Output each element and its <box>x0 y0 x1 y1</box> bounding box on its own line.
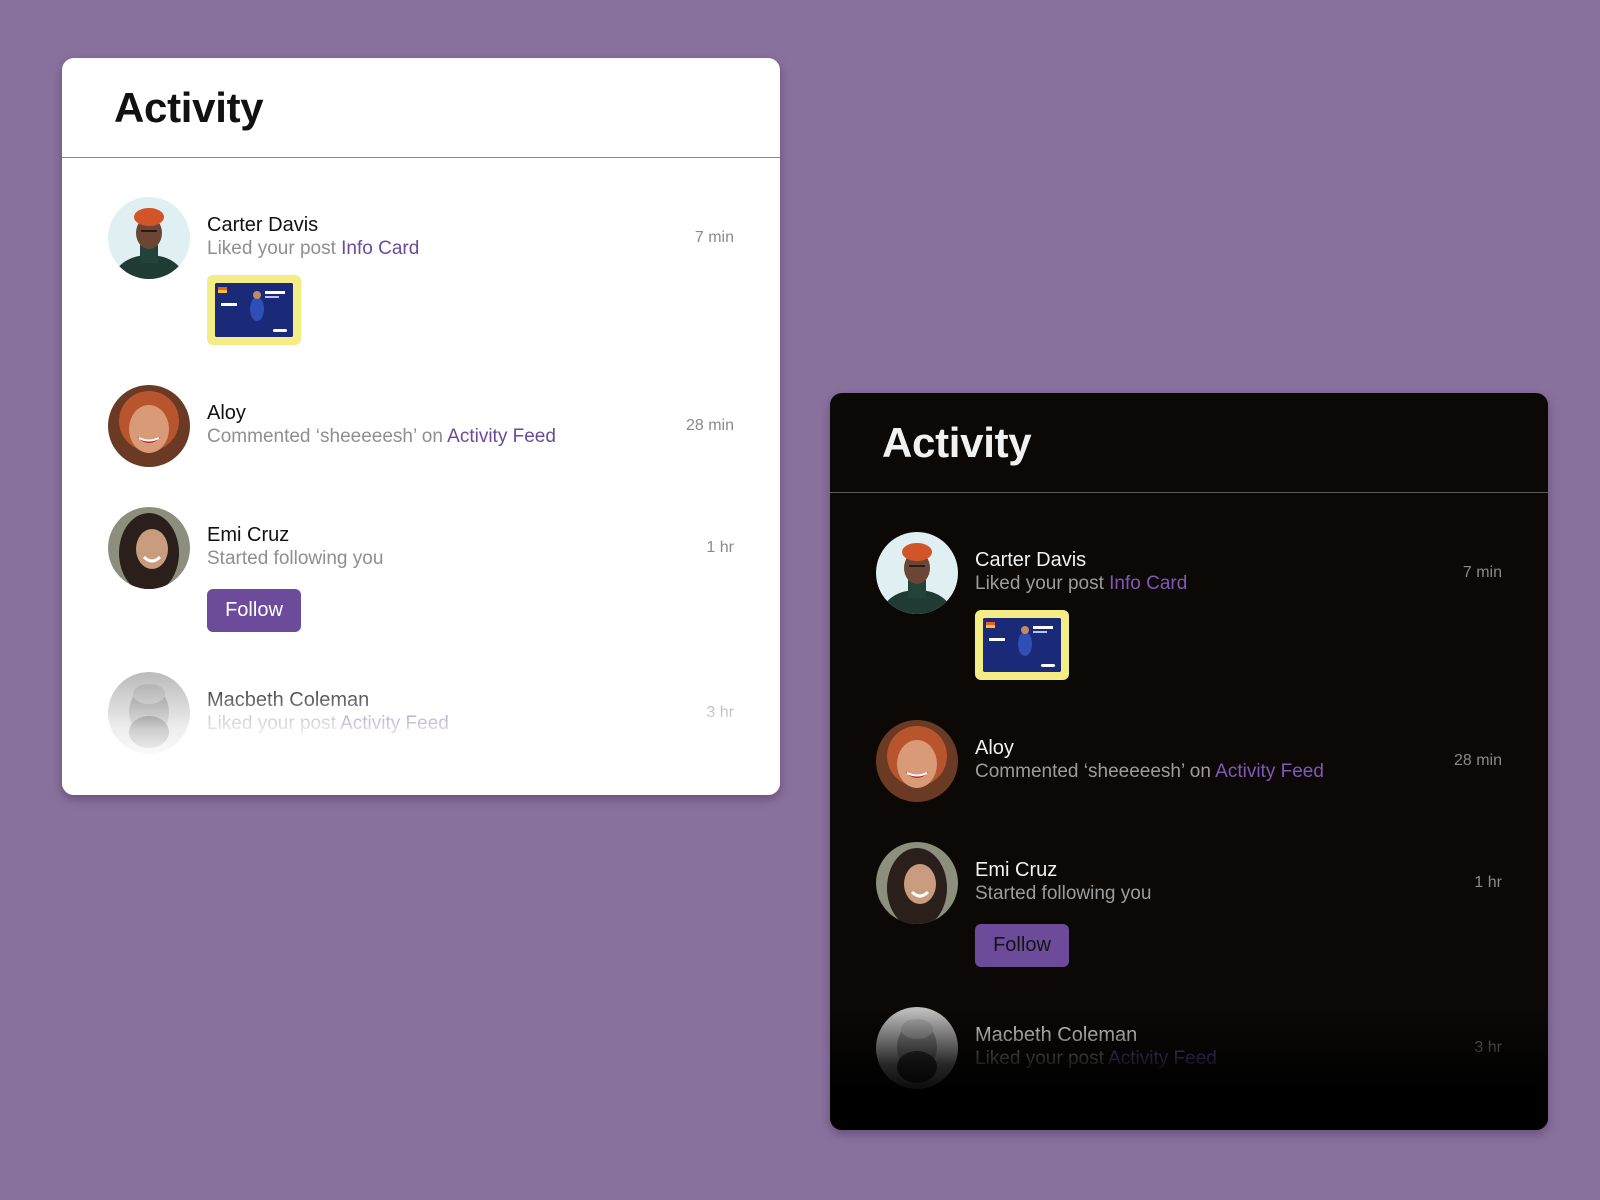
user-name[interactable]: Carter Davis <box>207 213 667 237</box>
activity-middle: your post <box>1020 1048 1109 1069</box>
activity-middle: ‘sheeeeesh’ on <box>310 426 448 447</box>
activity-middle: your post <box>252 238 342 259</box>
activity-target-link[interactable]: Activity Feed <box>447 426 556 447</box>
activity-description: Commented ‘sheeeeesh’ on Activity Feed <box>975 760 1435 784</box>
activity-verb: Liked <box>207 238 253 259</box>
avatar-carter-davis[interactable] <box>108 197 190 279</box>
activity-target-link[interactable]: Activity Feed <box>1215 761 1324 782</box>
user-name[interactable]: Macbeth Coleman <box>207 688 667 712</box>
activity-text: Carter Davis Liked your post Info Card <box>975 548 1435 596</box>
timestamp: 3 hr <box>1474 1039 1502 1056</box>
activity-description: Liked your post Info Card <box>975 572 1435 596</box>
activity-card-dark: Activity Carter Davis Liked your post In… <box>830 393 1548 1130</box>
timestamp: 3 hr <box>706 704 734 721</box>
activity-verb: Liked <box>207 713 253 734</box>
user-name[interactable]: Emi Cruz <box>207 523 667 547</box>
timestamp: 1 hr <box>1474 874 1502 891</box>
activity-target-link[interactable]: Activity Feed <box>1108 1048 1217 1069</box>
follow-button[interactable]: Follow <box>207 589 301 632</box>
thumbnail-image <box>983 618 1061 672</box>
activity-middle: your post <box>252 713 341 734</box>
activity-description: Liked your post Activity Feed <box>207 712 667 736</box>
avatar-carter-davis[interactable] <box>876 532 958 614</box>
activity-description: Liked your post Activity Feed <box>975 1047 1435 1071</box>
activity-middle: your post <box>1020 573 1110 594</box>
avatar-macbeth-coleman[interactable] <box>876 1007 958 1089</box>
card-header: Activity <box>62 58 780 158</box>
timestamp: 28 min <box>685 417 734 434</box>
activity-description: Started following you <box>975 882 1435 906</box>
activity-description: Liked your post Info Card <box>207 237 667 261</box>
activity-target-link[interactable]: Info Card <box>341 238 419 259</box>
avatar-aloy[interactable] <box>108 385 190 467</box>
activity-text: Emi Cruz Started following you <box>207 523 667 571</box>
avatar-macbeth-coleman[interactable] <box>108 672 190 754</box>
timestamp: 1 hr <box>706 539 734 556</box>
user-name[interactable]: Aloy <box>207 401 667 425</box>
user-name[interactable]: Aloy <box>975 736 1435 760</box>
activity-target-link[interactable]: Info Card <box>1109 573 1187 594</box>
activity-middle: following you <box>268 548 384 569</box>
activity-text: Carter Davis Liked your post Info Card <box>207 213 667 261</box>
activity-verb: Liked <box>975 573 1021 594</box>
user-name[interactable]: Emi Cruz <box>975 858 1435 882</box>
avatar-emi-cruz[interactable] <box>108 507 190 589</box>
card-title: Activity <box>882 418 1032 466</box>
activity-verb: Commented <box>207 426 311 447</box>
activity-text: Macbeth Coleman Liked your post Activity… <box>207 688 667 736</box>
activity-card-light: Activity Carter Davis Liked your post In… <box>62 58 780 795</box>
activity-target-link[interactable]: Activity Feed <box>340 713 449 734</box>
follow-button[interactable]: Follow <box>975 924 1069 967</box>
timestamp: 7 min <box>1462 564 1502 581</box>
activity-middle: ‘sheeeeesh’ on <box>1078 761 1216 782</box>
card-title: Activity <box>114 83 264 131</box>
activity-verb: Liked <box>975 1048 1021 1069</box>
user-name[interactable]: Macbeth Coleman <box>975 1023 1435 1047</box>
timestamp: 7 min <box>694 229 734 246</box>
user-name[interactable]: Carter Davis <box>975 548 1435 572</box>
timestamp: 28 min <box>1453 752 1502 769</box>
post-thumbnail[interactable] <box>975 610 1069 680</box>
activity-description: Commented ‘sheeeeesh’ on Activity Feed <box>207 425 667 449</box>
activity-middle: following you <box>1036 883 1152 904</box>
avatar-emi-cruz[interactable] <box>876 842 958 924</box>
activity-description: Started following you <box>207 547 667 571</box>
activity-verb: Started <box>207 548 269 569</box>
activity-verb: Commented <box>975 761 1079 782</box>
thumbnail-image <box>215 283 293 337</box>
activity-verb: Started <box>975 883 1037 904</box>
activity-text: Aloy Commented ‘sheeeeesh’ on Activity F… <box>207 401 667 449</box>
post-thumbnail[interactable] <box>207 275 301 345</box>
activity-text: Macbeth Coleman Liked your post Activity… <box>975 1023 1435 1071</box>
activity-text: Emi Cruz Started following you <box>975 858 1435 906</box>
activity-text: Aloy Commented ‘sheeeeesh’ on Activity F… <box>975 736 1435 784</box>
avatar-aloy[interactable] <box>876 720 958 802</box>
card-header: Activity <box>830 393 1548 493</box>
